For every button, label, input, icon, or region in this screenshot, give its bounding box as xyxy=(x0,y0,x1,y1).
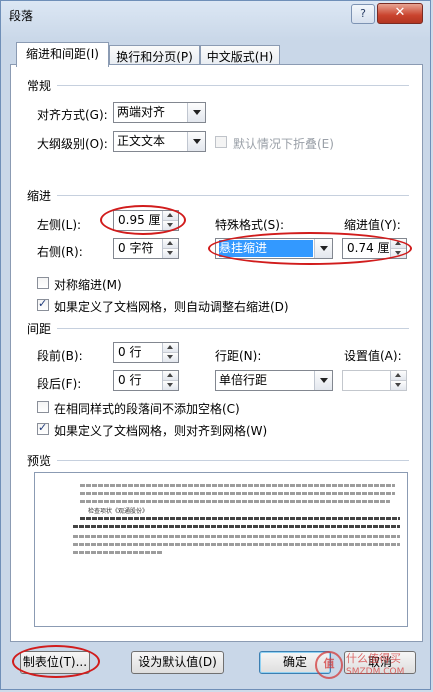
line-spacing-select[interactable]: 单倍行距 xyxy=(215,370,333,391)
indent-heading: 缩进 xyxy=(27,189,52,203)
tabs-button[interactable]: 制表位(T)... xyxy=(20,651,90,674)
indent-by-value: 0.74 厘 xyxy=(347,241,390,255)
preview-pane: 检查项状《观通股份》 xyxy=(34,472,408,627)
preview-line xyxy=(73,525,400,528)
set-default-button[interactable]: 设为默认值(D) xyxy=(131,651,224,674)
space-after-value: 0 行 xyxy=(118,373,142,387)
outline-level-label: 大纲级别(O): xyxy=(37,137,108,151)
space-before-value: 0 行 xyxy=(118,345,142,359)
divider xyxy=(57,85,409,86)
watermark: 值什么值得买 SMZDM.COM xyxy=(315,651,404,679)
dialog-title: 段落 xyxy=(9,9,34,23)
auto-adjust-indent-label: 如果定义了文档网格，则自动调整右缩进(D) xyxy=(54,300,289,314)
special-format-select[interactable]: 悬挂缩进 xyxy=(215,238,333,259)
chevron-down-icon xyxy=(314,371,332,390)
indent-by-label: 缩进值(Y): xyxy=(344,218,401,232)
preview-sample-text: 检查项状《观通股份》 xyxy=(88,508,149,515)
alignment-select[interactable]: 两端对齐 xyxy=(113,102,206,123)
right-indent-label: 右侧(R): xyxy=(37,245,83,259)
increment-icon[interactable] xyxy=(163,239,178,249)
line-spacing-label: 行距(N): xyxy=(215,349,262,363)
preview-line xyxy=(80,492,395,495)
close-button[interactable]: ✕ xyxy=(377,3,423,24)
left-indent-spinner[interactable]: 0.95 厘 xyxy=(113,210,179,231)
spacing-heading: 间距 xyxy=(27,322,52,336)
decrement-icon[interactable] xyxy=(163,221,178,230)
special-format-label: 特殊格式(S): xyxy=(215,218,285,232)
at-label: 设置值(A): xyxy=(344,349,402,363)
left-indent-label: 左侧(L): xyxy=(37,218,82,232)
space-after-label: 段后(F): xyxy=(37,377,82,391)
watermark-url: SMZDM.COM xyxy=(346,666,405,677)
preview-line xyxy=(80,517,400,520)
alignment-value: 两端对齐 xyxy=(117,105,166,119)
line-spacing-value: 单倍行距 xyxy=(219,373,268,387)
collapse-checkbox[interactable] xyxy=(215,136,227,148)
collapse-label: 默认情况下折叠(E) xyxy=(233,137,334,151)
preview-line xyxy=(80,500,390,503)
preview-heading: 预览 xyxy=(27,454,52,468)
watermark-logo: 值 xyxy=(315,651,343,679)
no-space-same-style-checkbox[interactable] xyxy=(37,401,49,413)
increment-icon[interactable] xyxy=(163,343,178,353)
preview-line xyxy=(73,543,400,546)
decrement-icon[interactable] xyxy=(163,353,178,362)
tab-indent-spacing[interactable]: 缩进和间距(I) xyxy=(16,42,109,67)
divider xyxy=(57,460,409,461)
right-indent-value: 0 字符 xyxy=(118,241,154,255)
preview-line xyxy=(73,535,400,538)
chevron-down-icon xyxy=(314,239,332,258)
decrement-icon[interactable] xyxy=(163,381,178,390)
chevron-down-icon xyxy=(187,132,205,151)
divider xyxy=(57,328,409,329)
chevron-down-icon xyxy=(187,103,205,122)
increment-icon[interactable] xyxy=(391,371,406,381)
preview-line xyxy=(80,484,395,487)
increment-icon[interactable] xyxy=(391,239,406,249)
snap-to-grid-checkbox[interactable] xyxy=(37,421,49,435)
mirror-indents-label: 对称缩进(M) xyxy=(54,278,122,292)
help-button[interactable]: ? xyxy=(351,4,375,24)
at-spinner[interactable] xyxy=(342,370,407,391)
snap-to-grid-label: 如果定义了文档网格，则对齐到网格(W) xyxy=(54,424,268,438)
left-indent-value: 0.95 厘 xyxy=(118,213,161,227)
space-before-spinner[interactable]: 0 行 xyxy=(113,342,179,363)
special-format-value: 悬挂缩进 xyxy=(219,240,313,257)
increment-icon[interactable] xyxy=(163,211,178,221)
decrement-icon[interactable] xyxy=(391,249,406,258)
watermark-text: 什么值得买 xyxy=(346,651,401,665)
mirror-indents-checkbox[interactable] xyxy=(37,277,49,289)
space-before-label: 段前(B): xyxy=(37,349,83,363)
auto-adjust-indent-checkbox[interactable] xyxy=(37,297,49,311)
decrement-icon[interactable] xyxy=(391,381,406,390)
right-indent-spinner[interactable]: 0 字符 xyxy=(113,238,179,259)
preview-line xyxy=(73,551,163,554)
space-after-spinner[interactable]: 0 行 xyxy=(113,370,179,391)
paragraph-dialog: 段落 ? ✕ 缩进和间距(I) 换行和分页(P) 中文版式(H) 常规 对齐方式… xyxy=(0,0,431,690)
outline-level-value: 正文文本 xyxy=(117,134,166,148)
alignment-label: 对齐方式(G): xyxy=(37,108,108,122)
outline-level-select[interactable]: 正文文本 xyxy=(113,131,206,152)
indent-by-spinner[interactable]: 0.74 厘 xyxy=(342,238,407,259)
divider xyxy=(57,195,409,196)
increment-icon[interactable] xyxy=(163,371,178,381)
general-heading: 常规 xyxy=(27,79,52,93)
decrement-icon[interactable] xyxy=(163,249,178,258)
no-space-same-style-label: 在相同样式的段落间不添加空格(C) xyxy=(54,402,240,416)
